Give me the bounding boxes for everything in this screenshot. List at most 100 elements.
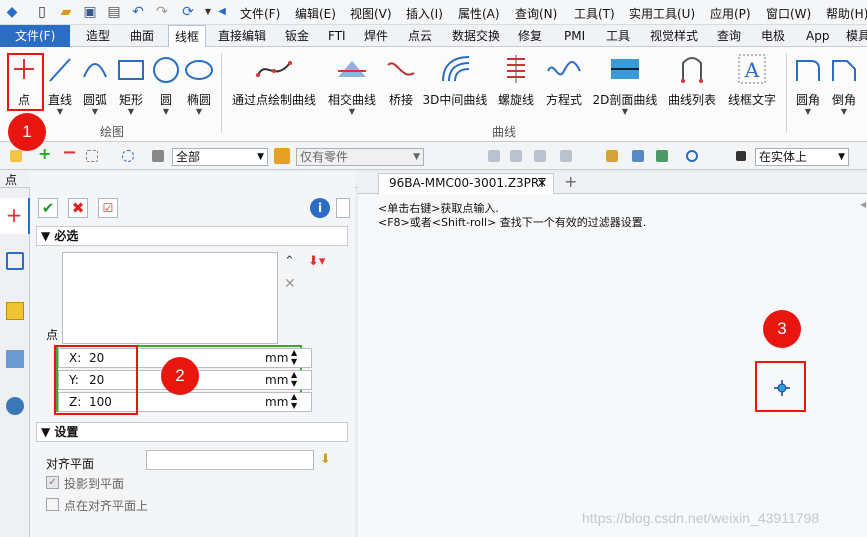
bridge-curve-button[interactable]: 桥接	[386, 53, 416, 108]
menu-query[interactable]: 查询(N)	[515, 5, 557, 22]
toolbar-tool-icon[interactable]	[510, 150, 522, 162]
pick-plane-icon[interactable]: ⬇	[320, 452, 331, 467]
menu-apps[interactable]: 应用(P)	[710, 5, 751, 22]
clear-icon[interactable]: ✕	[284, 276, 296, 292]
stop-icon[interactable]	[736, 151, 746, 161]
tab-pmi[interactable]: PMI	[562, 25, 587, 47]
menu-attribute[interactable]: 属性(A)	[458, 5, 500, 22]
parts-filter-icon[interactable]	[274, 148, 290, 164]
open-folder-icon[interactable]: ▰	[58, 4, 74, 20]
document-tab[interactable]: 96BA-MMC00-3001.Z3PRT ✕	[378, 173, 554, 194]
help-doc-icon[interactable]	[336, 198, 350, 218]
menu-insert[interactable]: 插入(I)	[406, 5, 443, 22]
ellipse-button[interactable]: 椭圆 ▼	[184, 53, 214, 116]
settings-section-header[interactable]: ▼ 设置	[36, 422, 348, 442]
equation-curve-button[interactable]: 方程式	[544, 53, 584, 108]
close-tab-icon[interactable]: ✕	[537, 174, 547, 193]
toolbar-tool-icon[interactable]	[560, 150, 572, 162]
circle-button[interactable]: 圆 ▼	[152, 53, 180, 116]
point-on-plane-checkbox[interactable]	[46, 498, 59, 511]
toolbar-tool-icon[interactable]	[606, 150, 618, 162]
tab-direct-edit[interactable]: 直接编辑	[216, 25, 268, 47]
filter-icon[interactable]	[152, 150, 164, 162]
tab-query[interactable]: 查询	[715, 25, 743, 47]
sidebar-image-icon[interactable]	[6, 350, 24, 368]
undo-icon[interactable]: ↶	[130, 4, 146, 20]
menu-window[interactable]: 窗口(W)	[766, 5, 811, 22]
menu-tools[interactable]: 工具(T)	[574, 5, 615, 22]
ok-icon[interactable]: ✔	[38, 198, 58, 218]
section-curve-2d-button[interactable]: 2D剖面曲线 ▼	[592, 53, 658, 116]
cancel-icon[interactable]: ✖	[68, 198, 88, 218]
refresh-icon[interactable]: ⟳	[180, 4, 196, 20]
annotation-box-point-marker	[755, 361, 806, 412]
tab-electrode[interactable]: 电极	[759, 25, 787, 47]
project-to-plane-checkbox[interactable]: ✓	[46, 476, 59, 489]
pick-point-icon[interactable]: ⬇▾	[308, 254, 325, 269]
curve-through-points-button[interactable]: 通过点绘制曲线	[230, 53, 318, 108]
tab-wireframe[interactable]: 线框	[168, 25, 206, 47]
tab-data-exchange[interactable]: 数据交换	[450, 25, 502, 47]
sidebar-point-icon[interactable]: +	[0, 198, 30, 234]
pick-mode-select[interactable]: 在实体上 ▼	[755, 148, 849, 166]
menu-scroll-left-icon[interactable]: ◀	[214, 4, 230, 20]
toolbar-tool-icon[interactable]	[534, 150, 546, 162]
menu-utilities[interactable]: 实用工具(U)	[629, 5, 695, 22]
add-icon[interactable]: +	[38, 146, 51, 162]
menu-edit[interactable]: 编辑(E)	[295, 5, 336, 22]
sidebar-assembly-tree-icon[interactable]	[6, 252, 24, 270]
save-icon[interactable]: ▣	[82, 4, 98, 20]
fillet-button[interactable]: 圆角 ▼	[793, 53, 823, 116]
arc-button[interactable]: 圆弧 ▼	[80, 53, 110, 116]
print-icon[interactable]: ▤	[106, 4, 122, 20]
remove-icon[interactable]: −	[62, 144, 77, 162]
new-tab-icon[interactable]: +	[564, 172, 577, 191]
chamfer-button[interactable]: 倒角 ▼	[829, 53, 859, 116]
helix-button[interactable]: 螺旋线	[496, 53, 536, 108]
line-button[interactable]: 直线 ▼	[46, 53, 74, 116]
toolbar-tool-icon[interactable]	[488, 150, 500, 162]
tab-file[interactable]: 文件(F)	[0, 25, 71, 47]
curve-list-button[interactable]: 曲线列表	[666, 53, 718, 108]
lasso-select-icon[interactable]	[122, 150, 134, 162]
tab-fti[interactable]: FTI	[326, 25, 348, 47]
redo-icon[interactable]: ↷	[154, 4, 170, 20]
toolbar-tool-icon[interactable]	[632, 150, 644, 162]
info-icon[interactable]: i	[310, 198, 330, 218]
menu-help[interactable]: 帮助(H)	[826, 5, 867, 22]
toolbar-tool-icon[interactable]	[656, 150, 668, 162]
tab-mold[interactable]: 模具	[844, 25, 867, 47]
wireframe-text-button[interactable]: A 线框文字	[726, 53, 778, 108]
sidebar-user-icon[interactable]	[6, 397, 24, 415]
required-section-header[interactable]: ▼ 必选	[36, 226, 348, 246]
tab-surface[interactable]: 曲面	[128, 25, 156, 47]
menu-view[interactable]: 视图(V)	[350, 5, 392, 22]
tab-point-cloud[interactable]: 点云	[406, 25, 434, 47]
filter-select[interactable]: 全部 ▼	[172, 148, 268, 166]
spinner-icon[interactable]: ▲ ▼	[291, 392, 297, 410]
tab-weldment[interactable]: 焊件	[362, 25, 390, 47]
collapse-arrow-icon[interactable]: ◀	[860, 200, 866, 209]
spinner-icon[interactable]: ▲ ▼	[291, 370, 297, 388]
box-select-icon[interactable]	[86, 150, 98, 162]
menu-file[interactable]: 文件(F)	[240, 5, 280, 22]
point-selection-list[interactable]	[62, 252, 278, 344]
tab-tools[interactable]: 工具	[604, 25, 632, 47]
chevron-up-icon[interactable]: ⌃	[284, 254, 295, 269]
intersect-curve-button[interactable]: 相交曲线 ▼	[326, 53, 378, 116]
rectangle-button[interactable]: 矩形 ▼	[116, 53, 146, 116]
spinner-icon[interactable]: ▲ ▼	[291, 348, 297, 366]
tab-repair[interactable]: 修复	[516, 25, 544, 47]
mid-curve-3d-button[interactable]: 3D中间曲线	[422, 53, 488, 108]
tab-app[interactable]: App	[804, 25, 831, 47]
pick-cursor-icon[interactable]	[10, 150, 22, 162]
new-file-icon[interactable]: ▯	[34, 4, 50, 20]
target-icon[interactable]	[686, 150, 698, 162]
tab-sheet-metal[interactable]: 钣金	[283, 25, 311, 47]
sidebar-part-icon[interactable]	[6, 302, 24, 320]
parts-only-select[interactable]: 仅有零件 ▼	[296, 148, 424, 166]
align-plane-input[interactable]	[146, 450, 314, 470]
tab-modeling[interactable]: 造型	[84, 25, 112, 47]
tab-visual-style[interactable]: 视觉样式	[648, 25, 700, 47]
apply-icon[interactable]: ☑	[98, 198, 118, 218]
